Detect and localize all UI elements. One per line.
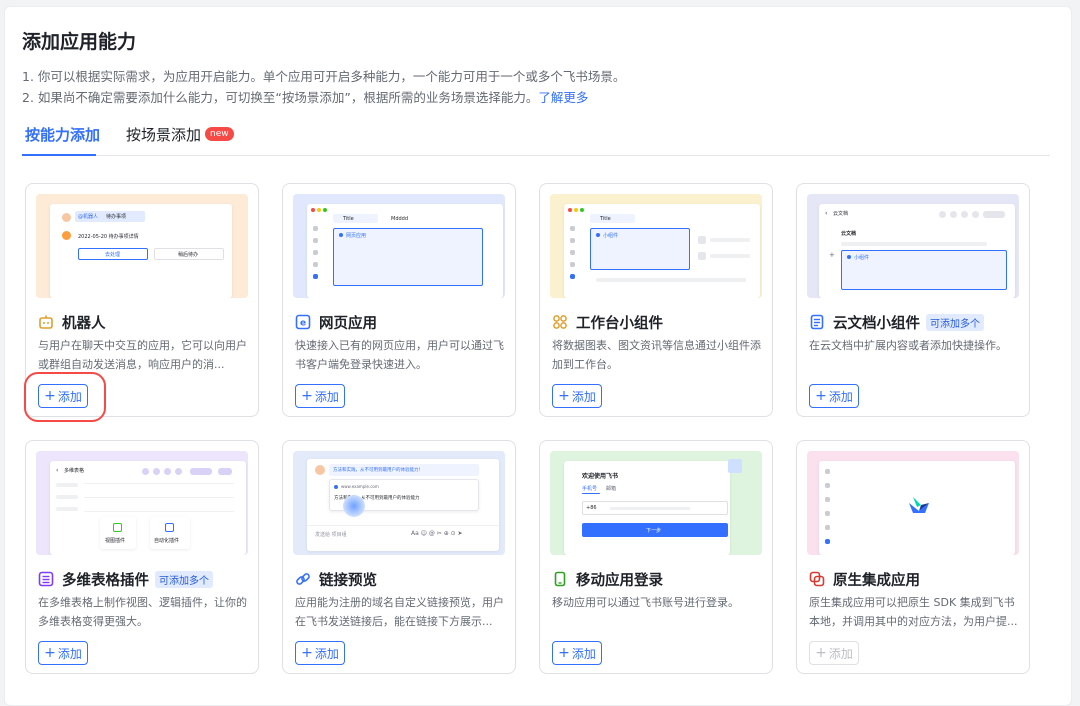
tab-by-capability[interactable]: 按能力添加 <box>25 124 100 145</box>
native-app-icon <box>809 571 825 587</box>
add-native-integration-button[interactable]: + 添加 <box>809 641 859 665</box>
description-line-2: 2. 如果尚不确定需要添加什么能力，可切换至“按场景添加”，根据所需的业务场景选… <box>22 90 589 105</box>
plus-icon: + <box>301 645 313 661</box>
multi-add-badge: 可添加多个 <box>926 313 984 331</box>
card-workplace-widget: Title 小组件 工作台小组件 将数据图表、图文资讯等信息通过小组件添加到工作… <box>539 183 773 417</box>
add-bitable-plugin-button[interactable]: + 添加 <box>38 641 88 665</box>
avatar <box>62 213 71 222</box>
card-description: 移动应用可以通过飞书账号进行登录。 <box>552 596 739 609</box>
page-title: 添加应用能力 <box>22 31 137 53</box>
svg-text:e: e <box>300 319 306 329</box>
add-web-app-button[interactable]: + 添加 <box>295 384 345 408</box>
bot-avatar <box>62 231 71 240</box>
doc-icon <box>809 314 825 330</box>
card-doc-widget: ‹ 云文档 云文档 + 小组件 云文档小组件 可添加多个 在云文档中扩展内容或者… <box>796 183 1030 417</box>
plus-icon: + <box>44 388 56 404</box>
add-workplace-widget-button[interactable]: + 添加 <box>552 384 602 408</box>
active-tab-indicator <box>22 154 96 156</box>
loading-spinner <box>343 495 365 517</box>
mobile-login-preview: 欢迎使用飞书 手机号 邮箱 +86 下一步 <box>550 451 762 555</box>
tab-by-scenario[interactable]: 按场景添加 <box>126 124 201 145</box>
description-line-1: 1. 你可以根据实际需求，为应用开启能力。单个应用可开启多种能力，一个能力可用于… <box>22 69 626 84</box>
plus-icon: + <box>301 388 313 404</box>
card-robot: @机器人 待办事项 2022-05-20 待办事项详情 去处理 稍后待办 机器人… <box>25 183 259 417</box>
add-doc-widget-button[interactable]: + 添加 <box>809 384 859 408</box>
learn-more-link[interactable]: 了解更多 <box>538 90 588 105</box>
toolbar-icons: Aa ☺ @ ✂ ⊕ ⊙ ➤ <box>411 530 463 537</box>
tab-bar: 按能力添加 按场景添加 new <box>22 118 1050 156</box>
add-robot-button[interactable]: + 添加 <box>38 384 88 408</box>
mobile-icon <box>552 571 568 587</box>
card-description: 与用户在聊天中交互的应用，它可以向用户或群组自动发送消息，响应用户的消... <box>38 339 247 371</box>
plus-icon: + <box>44 645 56 661</box>
bitable-icon <box>38 571 54 587</box>
back-chevron-icon: ‹ <box>825 210 828 217</box>
card-description: 将数据图表、图文资讯等信息通过小组件添加到工作台。 <box>552 339 761 371</box>
card-description: 在云文档中扩展内容或者添加快捷操作。 <box>809 339 1007 352</box>
lark-logo-icon <box>909 497 929 513</box>
add-mobile-login-button[interactable]: + 添加 <box>552 641 602 665</box>
back-chevron-icon: ‹ <box>56 467 59 474</box>
web-app-icon: e <box>295 314 311 330</box>
native-integration-preview <box>807 451 1019 555</box>
multi-add-badge: 可添加多个 <box>155 570 213 588</box>
card-mobile-login: 欢迎使用飞书 手机号 邮箱 +86 下一步 移动应用登录 移动应用可以通过飞书账… <box>539 440 773 674</box>
widget-icon <box>552 314 568 330</box>
card-native-integration: 原生集成应用 原生集成应用可以把原生 SDK 集成到飞书本地，并调用其中的对应方… <box>796 440 1030 674</box>
plus-icon: + <box>558 388 570 404</box>
workplace-widget-preview: Title 小组件 <box>550 194 762 298</box>
link-preview-preview: 方法和实践，从不可用到最用户的体验能力！ www.example.com 方法和… <box>293 451 505 555</box>
card-description: 应用能为注册的域名自定义链接预览，用户在飞书发送链接后，能在链接下方展示... <box>295 596 504 628</box>
avatar <box>315 465 325 475</box>
add-link-preview-button[interactable]: + 添加 <box>295 641 345 665</box>
card-link-preview: 方法和实践，从不可用到最用户的体验能力！ www.example.com 方法和… <box>282 440 516 674</box>
card-description: 在多维表格上制作视图、逻辑插件，让你的多维表格变得更强大。 <box>38 596 247 628</box>
qr-code-icon <box>728 459 742 473</box>
new-badge: new <box>205 127 234 141</box>
doc-widget-preview: ‹ 云文档 云文档 + 小组件 <box>807 194 1019 298</box>
bitable-plugin-preview: ‹ 多维表格 视图插件 自动化插件 <box>36 451 248 555</box>
card-description: 快速接入已有的网页应用，用户可以通过飞书客户端免登录快速进入。 <box>295 339 504 371</box>
plus-icon: + <box>815 645 827 661</box>
web-app-preview: Title Mdddd 网页应用 <box>293 194 505 298</box>
robot-icon <box>38 314 54 330</box>
card-web-app: Title Mdddd 网页应用 e 网页应用 快速接入已有的网页应用，用户可以… <box>282 183 516 417</box>
plus-icon: + <box>558 645 570 661</box>
card-description: 原生集成应用可以把原生 SDK 集成到飞书本地，并调用其中的对应方法，为用户提.… <box>809 596 1018 628</box>
robot-preview: @机器人 待办事项 2022-05-20 待办事项详情 去处理 稍后待办 <box>36 194 248 298</box>
link-icon <box>295 571 311 587</box>
plus-icon: + <box>815 388 827 404</box>
card-bitable-plugin: ‹ 多维表格 视图插件 自动化插件 多维表格插件 可添加多个 在多维表格上制作视… <box>25 440 259 674</box>
